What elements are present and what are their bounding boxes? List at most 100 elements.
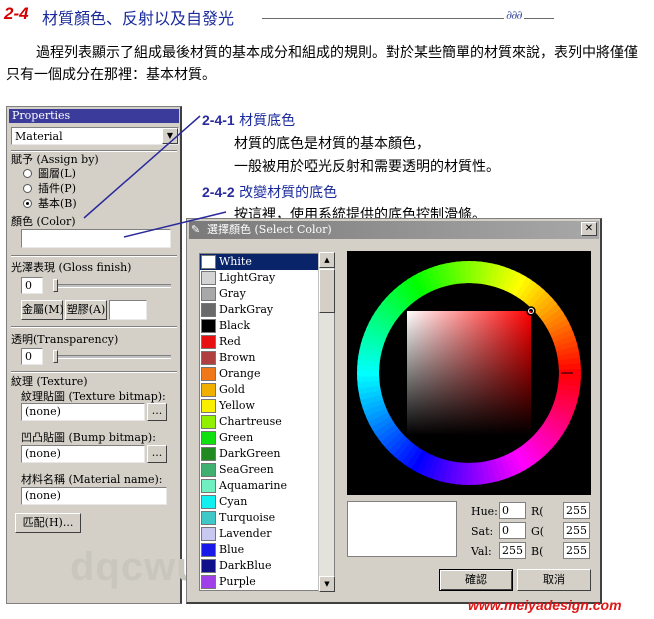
- texture-bitmap-field[interactable]: (none): [21, 403, 145, 421]
- gloss-slider-track[interactable]: [53, 284, 171, 288]
- color-name: Green: [219, 431, 254, 444]
- color-wheel-panel[interactable]: [347, 251, 591, 495]
- gloss-slider-thumb[interactable]: [53, 279, 58, 292]
- bump-bitmap-field[interactable]: (none): [21, 445, 145, 463]
- palette-icon: ✎: [191, 223, 201, 236]
- color-list-item[interactable]: DarkGreen: [200, 446, 334, 462]
- cancel-button[interactable]: 取消: [517, 569, 591, 591]
- sat-label: Sat:: [471, 525, 494, 538]
- color-swatch: [201, 367, 216, 381]
- color-name: Red: [219, 335, 241, 348]
- radio-button-icon[interactable]: [23, 169, 32, 178]
- color-swatch: [201, 351, 216, 365]
- match-button[interactable]: 匹配(H)...: [15, 513, 81, 533]
- color-swatch: [201, 479, 216, 493]
- color-list-item[interactable]: Cyan: [200, 494, 334, 510]
- val-label: Val:: [471, 545, 492, 558]
- value-gradient: [407, 311, 531, 435]
- green-field[interactable]: 255: [563, 522, 590, 539]
- color-list-item[interactable]: DarkGray: [200, 302, 334, 318]
- scroll-down-icon[interactable]: ▼: [319, 576, 335, 592]
- color-list-item[interactable]: White: [200, 254, 334, 270]
- annotation-number: 2-4-2: [202, 184, 235, 200]
- color-name: DarkBlue: [219, 559, 272, 572]
- color-swatch: [201, 383, 216, 397]
- color-swatch: [201, 335, 216, 349]
- color-swatch-field[interactable]: [21, 229, 171, 248]
- color-list-item[interactable]: Black: [200, 318, 334, 334]
- radio-button-icon[interactable]: [23, 184, 32, 193]
- bump-browse-button[interactable]: ...: [147, 445, 167, 463]
- radio-button-selected-icon[interactable]: [23, 199, 32, 208]
- footer-url[interactable]: www.meiyadesign.com: [468, 597, 622, 613]
- color-list-item[interactable]: Turquoise: [200, 510, 334, 526]
- select-color-dialog: 選擇顏色 (Select Color) ✎ ✕ White LightGray Gr…: [186, 218, 602, 604]
- color-list-item[interactable]: Lavender: [200, 526, 334, 542]
- color-wheel[interactable]: [347, 251, 591, 495]
- plastic-button[interactable]: 塑膠(A): [65, 300, 107, 320]
- color-name: Cyan: [219, 495, 248, 508]
- color-list-item[interactable]: Gray: [200, 286, 334, 302]
- color-name: Yellow: [219, 399, 255, 412]
- blue-field[interactable]: 255: [563, 542, 590, 559]
- red-label: R(: [531, 505, 544, 518]
- color-name: Blue: [219, 543, 245, 556]
- color-name: SeaGreen: [219, 463, 274, 476]
- intro-paragraph: 過程列表顯示了組成最後材質的基本成分和組成的規則。對於某些簡單的材質來說，表列中…: [6, 45, 638, 83]
- color-list-item[interactable]: Blue: [200, 542, 334, 558]
- color-name: Chartreuse: [219, 415, 282, 428]
- hue-ring-segment[interactable]: [558, 371, 581, 381]
- transparency-slider-thumb[interactable]: [53, 350, 58, 363]
- finish-value-field[interactable]: [109, 300, 147, 320]
- close-icon[interactable]: ✕: [581, 222, 597, 236]
- color-list-item[interactable]: Gold: [200, 382, 334, 398]
- radio-plugin[interactable]: 插件(P): [23, 180, 76, 196]
- color-list-item[interactable]: Chartreuse: [200, 414, 334, 430]
- material-dropdown-value: Material: [15, 130, 63, 143]
- chevron-down-icon[interactable]: ▼: [162, 128, 178, 144]
- material-dropdown[interactable]: Material ▼: [11, 127, 179, 145]
- color-list-item[interactable]: Brown: [200, 350, 334, 366]
- bump-bitmap-label: 凹凸貼圖 (Bump bitmap):: [21, 431, 156, 444]
- color-list-item[interactable]: Aquamarine: [200, 478, 334, 494]
- color-list-item[interactable]: LightGray: [200, 270, 334, 286]
- hue-field[interactable]: 0: [499, 502, 526, 519]
- color-list[interactable]: White LightGray Gray DarkGray Black Red Brown O…: [199, 253, 335, 591]
- color-list-scrollbar[interactable]: ▲ ▼: [318, 252, 335, 592]
- color-list-item[interactable]: SeaGreen: [200, 462, 334, 478]
- color-list-item[interactable]: Red: [200, 334, 334, 350]
- color-swatch: [201, 527, 216, 541]
- color-list-item[interactable]: Purple: [200, 574, 334, 590]
- color-name: Lavender: [219, 527, 272, 540]
- color-swatch: [201, 495, 216, 509]
- color-swatch: [201, 543, 216, 557]
- transparency-slider-track[interactable]: [53, 355, 171, 359]
- ok-button[interactable]: 確認: [439, 569, 513, 591]
- section-header: 2-4 材質顏色、反射以及自發光 ∂∂∂: [4, 4, 564, 28]
- transparency-value-field[interactable]: 0: [21, 348, 43, 365]
- texture-browse-button[interactable]: ...: [147, 403, 167, 421]
- color-swatch: [201, 255, 216, 269]
- scroll-up-icon[interactable]: ▲: [319, 252, 335, 268]
- color-label: 顏色 (Color): [11, 215, 76, 228]
- color-list-item[interactable]: DarkBlue: [200, 558, 334, 574]
- radio-layer-label: 圖層(L): [38, 167, 76, 180]
- metal-button[interactable]: 金屬(M): [21, 300, 64, 320]
- sat-field[interactable]: 0: [499, 522, 526, 539]
- hue-label: Hue:: [471, 505, 498, 518]
- red-field[interactable]: 255: [563, 502, 590, 519]
- color-list-item[interactable]: Green: [200, 430, 334, 446]
- scroll-thumb[interactable]: [319, 269, 335, 313]
- radio-layer[interactable]: 圖層(L): [23, 165, 76, 181]
- material-name-field[interactable]: (none): [21, 487, 167, 505]
- color-list-item[interactable]: Yellow: [200, 398, 334, 414]
- texture-bitmap-label: 紋理貼圖 (Texture bitmap):: [21, 390, 166, 403]
- gloss-value-field[interactable]: 0: [21, 277, 43, 294]
- divider: [11, 255, 177, 257]
- annotation-title: 材質底色: [239, 113, 296, 129]
- radio-base-label: 基本(B): [38, 197, 77, 210]
- val-field[interactable]: 255: [499, 542, 526, 559]
- radio-base[interactable]: 基本(B): [23, 195, 77, 211]
- color-list-item[interactable]: Orange: [200, 366, 334, 382]
- color-swatch: [201, 575, 216, 589]
